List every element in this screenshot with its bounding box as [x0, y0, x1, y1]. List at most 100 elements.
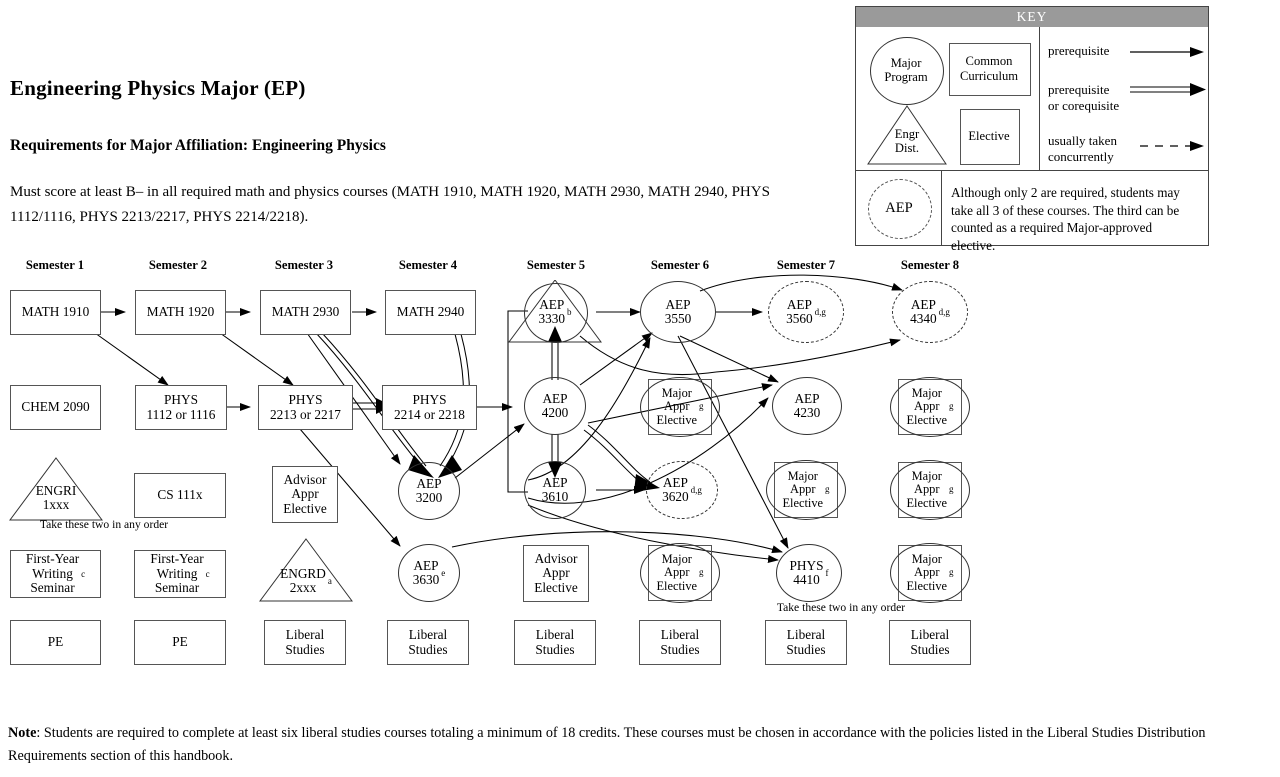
node-phys-1112-1116[interactable]: PHYS 1112 or 1116: [135, 385, 227, 430]
node-pe-s2[interactable]: PE: [134, 620, 226, 665]
node-label-text: ENGRI 1xxx: [35, 482, 77, 512]
key-arrow-label-prerequisite: prerequisite: [1048, 43, 1110, 58]
node-liberal-studies-s3[interactable]: Liberal Studies: [264, 620, 346, 665]
node-phys-2214-2218[interactable]: PHYS 2214 or 2218: [382, 385, 477, 430]
node-label: Liberal Studies: [910, 627, 950, 657]
node-label-text: Major Appr Elective: [906, 385, 948, 427]
key-arrow-double: [1130, 83, 1206, 96]
key-arrow-dashed: [1140, 141, 1204, 151]
node-superscript: c: [81, 568, 86, 579]
node-label: MATH 1910: [21, 304, 90, 320]
node-phys-4410[interactable]: PHYS 4410 f: [776, 544, 842, 602]
node-label: AEP 3550: [664, 296, 692, 326]
node-superscript: d,g: [938, 306, 950, 317]
node-aep-3610[interactable]: AEP 3610: [524, 461, 586, 519]
node-math-2940[interactable]: MATH 2940: [385, 290, 476, 335]
node-label: Liberal Studies: [660, 627, 700, 657]
node-label: Advisor Appr Elective: [283, 471, 327, 516]
node-major-appr-elective-s8c[interactable]: Major Appr Elective g: [890, 543, 970, 603]
semester-header-1: Semester 1: [25, 258, 85, 272]
page-title: Engineering Physics Major (EP): [10, 76, 306, 100]
node-label-text: Major Appr Elective: [906, 551, 948, 593]
node-label: MATH 1920: [146, 304, 215, 320]
page-subtitle: Requirements for Major Affiliation: Engi…: [10, 137, 386, 154]
node-label: First-Year Writing Seminar: [25, 551, 80, 596]
node-aep-4200[interactable]: AEP 4200: [524, 377, 586, 435]
key-arrow-label-concurrent: usually taken concurrently: [1048, 133, 1117, 164]
node-liberal-studies-s4[interactable]: Liberal Studies: [387, 620, 469, 665]
node-chem-2090[interactable]: CHEM 2090: [10, 385, 101, 430]
node-major-appr-elective-s6b[interactable]: Major Appr Elective g: [640, 543, 720, 603]
node-aep-4230[interactable]: AEP 4230: [772, 377, 842, 435]
node-advisor-appr-elective-s5[interactable]: Advisor Appr Elective: [523, 545, 589, 602]
node-label: AEP 4230: [793, 390, 821, 420]
node-aep-4340[interactable]: AEP 4340 d,g: [892, 281, 968, 343]
node-superscript: g: [699, 567, 704, 578]
semester-header-4: Semester 4: [398, 258, 458, 272]
node-aep-3200[interactable]: AEP 3200: [398, 462, 460, 520]
node-aep-3630[interactable]: AEP 3630 e: [398, 544, 460, 602]
node-label: Advisor Appr Elective: [534, 550, 578, 595]
node-aep-3550[interactable]: AEP 3550: [640, 281, 716, 343]
node-math-1920[interactable]: MATH 1920: [135, 290, 226, 335]
node-label: AEP 3200: [415, 475, 443, 505]
key-elective-label: Elective: [968, 128, 1010, 143]
node-superscript: a: [327, 575, 332, 586]
node-engri-1xxx[interactable]: ENGRI 1xxx: [8, 457, 104, 523]
semester-header-6: Semester 6: [650, 258, 710, 272]
node-label: AEP 3610: [541, 474, 569, 504]
node-liberal-studies-s7[interactable]: Liberal Studies: [765, 620, 847, 665]
node-aep-3560[interactable]: AEP 3560 d,g: [768, 281, 844, 343]
node-math-2930[interactable]: MATH 2930: [260, 290, 351, 335]
node-superscript: e: [441, 567, 446, 578]
key-footnote-divider: [941, 170, 942, 246]
node-label: ENGRD 2xxx a: [258, 560, 354, 602]
node-major-appr-elective-s6a[interactable]: Major Appr Elective g: [640, 377, 720, 437]
node-label-text: Major Appr Elective: [782, 468, 824, 510]
caption-take-two-left: Take these two in any order: [39, 518, 169, 531]
semester-header-7: Semester 7: [776, 258, 836, 272]
node-label-text: ENGRD 2xxx: [280, 565, 326, 595]
node-major-appr-elective-s7[interactable]: Major Appr Elective g: [766, 460, 846, 520]
node-pe-s1[interactable]: PE: [10, 620, 101, 665]
node-liberal-studies-s5[interactable]: Liberal Studies: [514, 620, 596, 665]
node-fws-s1[interactable]: First-Year Writing Seminar c: [10, 550, 101, 598]
node-liberal-studies-s8[interactable]: Liberal Studies: [889, 620, 971, 665]
node-label: PHYS 4410: [789, 557, 824, 587]
node-label: Major Appr Elective g: [890, 543, 970, 603]
node-engrd-2xxx[interactable]: ENGRD 2xxx a: [258, 538, 354, 604]
node-superscript: d,g: [814, 306, 826, 317]
node-label: PHYS 2213 or 2217: [270, 392, 341, 422]
node-label: Liberal Studies: [285, 627, 325, 657]
node-label: PHYS 1112 or 1116: [146, 392, 216, 422]
key-vertical-divider: [1039, 27, 1040, 170]
node-cs-111x[interactable]: CS 111x: [134, 473, 226, 518]
node-label: CHEM 2090: [21, 399, 90, 415]
node-aep-3330[interactable]: AEP 3330 b: [505, 280, 605, 346]
node-superscript: d,g: [690, 484, 702, 495]
node-math-1910[interactable]: MATH 1910: [10, 290, 101, 335]
node-phys-2213-2217[interactable]: PHYS 2213 or 2217: [258, 385, 353, 430]
key-legend: KEY Major Program Common Curriculum Engr…: [855, 6, 1209, 253]
node-advisor-appr-elective-s3[interactable]: Advisor Appr Elective: [272, 466, 338, 523]
node-liberal-studies-s6[interactable]: Liberal Studies: [639, 620, 721, 665]
node-label: Liberal Studies: [786, 627, 826, 657]
node-major-appr-elective-s8a[interactable]: Major Appr Elective g: [890, 377, 970, 437]
key-aep-dashed-label: AEP: [885, 199, 913, 216]
node-superscript: g: [825, 484, 830, 495]
key-engr-dist-label: Engr Dist.: [894, 126, 920, 156]
node-aep-3620[interactable]: AEP 3620 d,g: [646, 461, 718, 519]
node-label: Major Appr Elective g: [640, 377, 720, 437]
key-footnote-text: Although only 2 are required, students m…: [951, 185, 1180, 253]
node-label-text: Major Appr Elective: [906, 468, 948, 510]
semester-header-8: Semester 8: [900, 258, 960, 272]
curriculum-flowchart-page: Engineering Physics Major (EP) Requireme…: [0, 0, 1280, 777]
node-major-appr-elective-s8b[interactable]: Major Appr Elective g: [890, 460, 970, 520]
semester-header-5: Semester 5: [526, 258, 586, 272]
node-label-text: Major Appr Elective: [656, 385, 698, 427]
key-horizontal-divider: [856, 170, 1208, 171]
node-label: AEP 3630: [412, 557, 440, 587]
node-fws-s2[interactable]: First-Year Writing Seminar c: [134, 550, 226, 598]
node-label: AEP 4200: [541, 390, 569, 420]
semester-header-3: Semester 3: [274, 258, 334, 272]
